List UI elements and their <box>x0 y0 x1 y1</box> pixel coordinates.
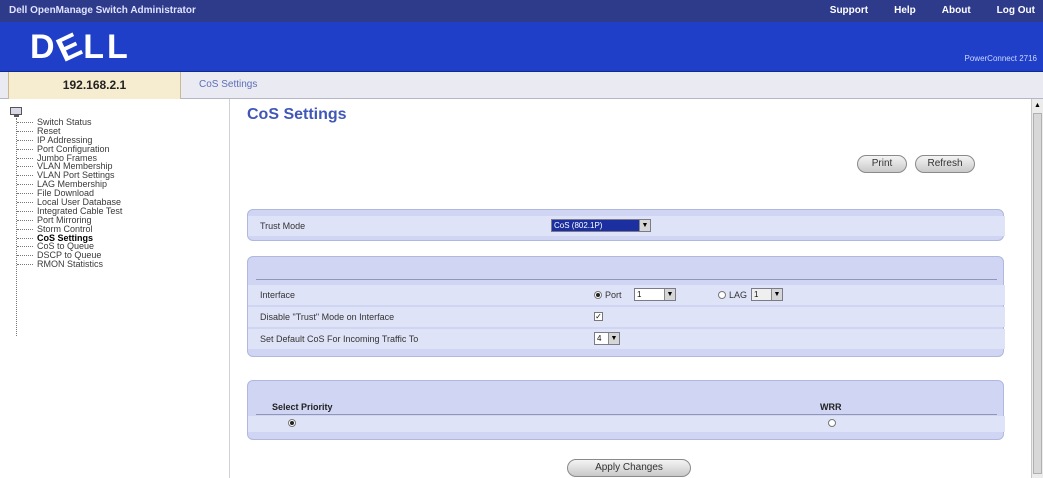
address-row: 192.168.2.1 CoS Settings <box>0 72 1043 99</box>
disable-trust-checkbox[interactable]: ✓ <box>594 312 603 321</box>
sidebar-item-switch-status[interactable]: Switch Status <box>17 118 122 127</box>
trust-mode-select[interactable]: CoS (802.1P) ▼ <box>551 219 651 232</box>
trust-mode-panel: Trust Mode CoS (802.1P) ▼ <box>247 209 1005 241</box>
app-title: Dell OpenManage Switch Administrator <box>9 5 196 16</box>
help-link[interactable]: Help <box>894 5 916 16</box>
strict-priority-radio[interactable] <box>288 419 296 427</box>
sidebar-tree: Switch Status Reset IP Addressing Port C… <box>17 118 122 269</box>
device-ip: 192.168.2.1 <box>8 72 181 99</box>
main-content: CoS Settings Print Refresh Trust Mode Co… <box>231 99 1031 478</box>
product-name: PowerConnect 2716 <box>964 54 1038 63</box>
priority-divider <box>256 414 997 415</box>
port-label: Port <box>605 290 622 300</box>
top-bar: Dell OpenManage Switch Administrator Sup… <box>0 0 1043 22</box>
priority-panel: Select Priority WRR <box>247 380 1005 440</box>
breadcrumb: CoS Settings <box>199 79 258 90</box>
default-cos-row: Set Default CoS For Incoming Traffic To … <box>248 329 1005 349</box>
port-select[interactable]: 1 ▼ <box>634 288 676 301</box>
print-button[interactable]: Print <box>857 155 907 173</box>
lag-radio[interactable] <box>718 291 726 299</box>
port-value: 1 <box>637 290 642 299</box>
page-title: CoS Settings <box>247 106 347 123</box>
support-link[interactable]: Support <box>830 5 868 16</box>
scroll-up-icon[interactable]: ▲ <box>1033 101 1042 111</box>
priority-row <box>248 416 1005 432</box>
disable-trust-row: Disable "Trust" Mode on Interface ✓ <box>248 307 1005 327</box>
apply-changes-button[interactable]: Apply Changes <box>567 459 691 477</box>
lag-select[interactable]: 1 ▼ <box>751 288 783 301</box>
interface-row: Interface Port 1 ▼ LAG 1 ▼ <box>248 285 1005 305</box>
chevron-down-icon: ▼ <box>639 220 650 231</box>
refresh-button[interactable]: Refresh <box>915 155 975 173</box>
dell-logo: DELL <box>30 24 131 70</box>
vertical-scrollbar[interactable]: ▲ <box>1031 99 1043 478</box>
computer-icon[interactable] <box>10 107 24 117</box>
default-cos-select[interactable]: 4 ▼ <box>594 332 620 345</box>
banner: DELL PowerConnect 2716 <box>0 22 1043 72</box>
trust-mode-value: CoS (802.1P) <box>554 221 603 230</box>
default-cos-label: Set Default CoS For Incoming Traffic To <box>260 334 419 344</box>
disable-trust-label: Disable "Trust" Mode on Interface <box>260 312 395 322</box>
port-radio[interactable] <box>594 291 602 299</box>
panel-divider <box>256 279 997 280</box>
about-link[interactable]: About <box>942 5 971 16</box>
top-links: Support Help About Log Out <box>830 5 1035 16</box>
chevron-down-icon: ▼ <box>608 333 619 344</box>
chevron-down-icon: ▼ <box>664 289 675 300</box>
select-priority-header: Select Priority <box>272 402 333 412</box>
lag-label: LAG <box>729 290 748 300</box>
trust-mode-label: Trust Mode <box>260 221 306 231</box>
sidebar: Switch Status Reset IP Addressing Port C… <box>8 99 230 478</box>
log-out-link[interactable]: Log Out <box>997 5 1035 16</box>
default-cos-value: 4 <box>597 334 602 343</box>
wrr-radio[interactable] <box>828 419 836 427</box>
interface-panel: Interface Port 1 ▼ LAG 1 ▼ Disable "Trus… <box>247 256 1005 357</box>
scroll-thumb[interactable] <box>1033 113 1042 474</box>
trust-mode-row: Trust Mode CoS (802.1P) ▼ <box>248 216 1005 236</box>
sidebar-item-rmon-statistics[interactable]: RMON Statistics <box>17 260 122 269</box>
wrr-header: WRR <box>820 402 842 412</box>
lag-value: 1 <box>754 290 759 299</box>
chevron-down-icon: ▼ <box>771 289 782 300</box>
interface-label: Interface <box>260 290 296 300</box>
